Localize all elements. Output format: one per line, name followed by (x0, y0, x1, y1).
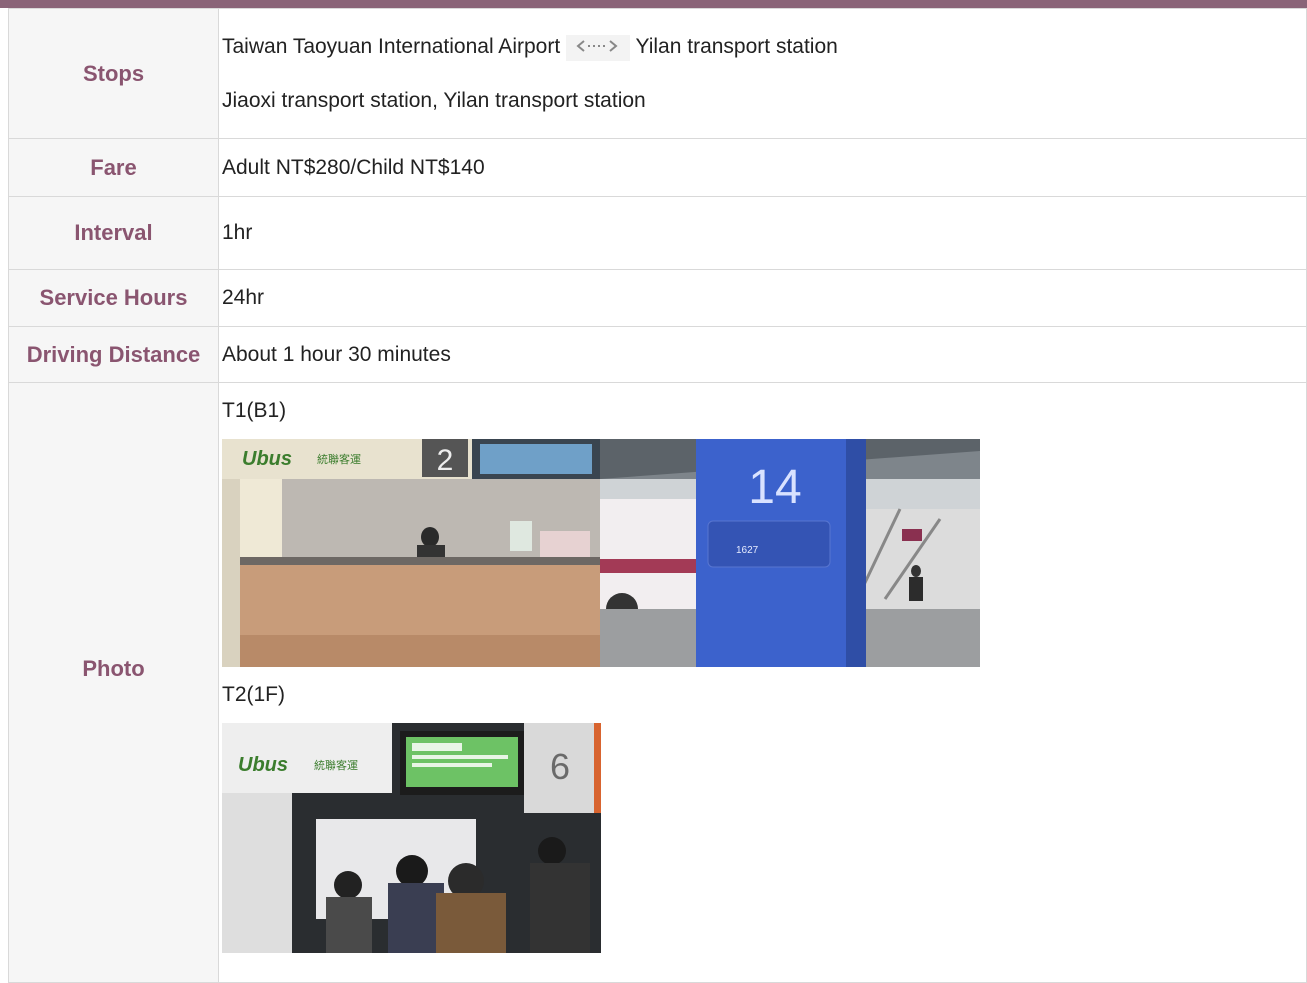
counter-number-text-t2: 6 (550, 746, 570, 787)
photo-t2-label: T2(1F) (222, 683, 285, 706)
ubus-chinese-text-t2: 統聯客運 (314, 758, 358, 772)
sign-number-text: 1627 (736, 545, 759, 556)
stop-destination: Yilan transport station (635, 34, 838, 58)
row-label-service-hours: Service Hours (8, 269, 219, 327)
photo-t1-gallery: 2 Ubus 統聯客運 14 1627 (222, 439, 1306, 667)
driving-distance-value: About 1 hour 30 minutes (218, 326, 1307, 383)
platform-number-text: 14 (748, 461, 801, 514)
photo-t1-label: T1(B1) (222, 399, 287, 422)
row-label-fare: Fare (8, 138, 219, 197)
table-row-service-hours: Service Hours 24hr (8, 269, 1307, 327)
row-label-interval: Interval (8, 196, 219, 270)
table-row-photo: Photo T1(B1) 2 Ubus 統聯客運 14 1627 T2(1F) … (8, 382, 1307, 983)
interval-value: 1hr (218, 196, 1307, 270)
service-hours-value: 24hr (218, 269, 1307, 327)
route-info-table: Stops Taiwan Taoyuan International Airpo… (8, 8, 1307, 983)
table-row-interval: Interval 1hr (8, 196, 1307, 270)
counter-number-text: 2 (437, 444, 454, 477)
photo-value: T1(B1) 2 Ubus 統聯客運 14 1627 T2(1F) Ubus 統… (218, 382, 1307, 983)
double-arrow-icon (566, 28, 631, 61)
table-row-fare: Fare Adult NT$280/Child NT$140 (8, 138, 1307, 197)
stops-value: Taiwan Taoyuan International Airport Yil… (218, 8, 1307, 139)
fare-value: Adult NT$280/Child NT$140 (218, 138, 1307, 197)
stops-intermediate-line: Jiaoxi transport station, Yilan transpor… (222, 88, 646, 112)
photo-t1-platform-sign: 14 1627 (600, 439, 980, 667)
ubus-logo-text-t2: Ubus (238, 754, 288, 776)
ubus-chinese-text: 統聯客運 (317, 452, 361, 466)
table-row-stops: Stops Taiwan Taoyuan International Airpo… (8, 8, 1307, 139)
photo-t2-counter: Ubus 統聯客運 6 (222, 723, 601, 953)
photo-t2-gallery: Ubus 統聯客運 6 (222, 723, 1306, 953)
row-label-stops: Stops (8, 8, 219, 139)
stop-origin: Taiwan Taoyuan International Airport (222, 34, 561, 58)
table-row-driving-distance: Driving Distance About 1 hour 30 minutes (8, 326, 1307, 383)
row-label-driving-distance: Driving Distance (8, 326, 219, 383)
row-label-photo: Photo (8, 382, 219, 983)
ubus-logo-text: Ubus (242, 448, 292, 470)
photo-t1-counter: 2 Ubus 統聯客運 (222, 439, 600, 667)
header-bar (0, 0, 1307, 8)
stops-route-line: Taiwan Taoyuan International Airport Yil… (222, 20, 1306, 74)
